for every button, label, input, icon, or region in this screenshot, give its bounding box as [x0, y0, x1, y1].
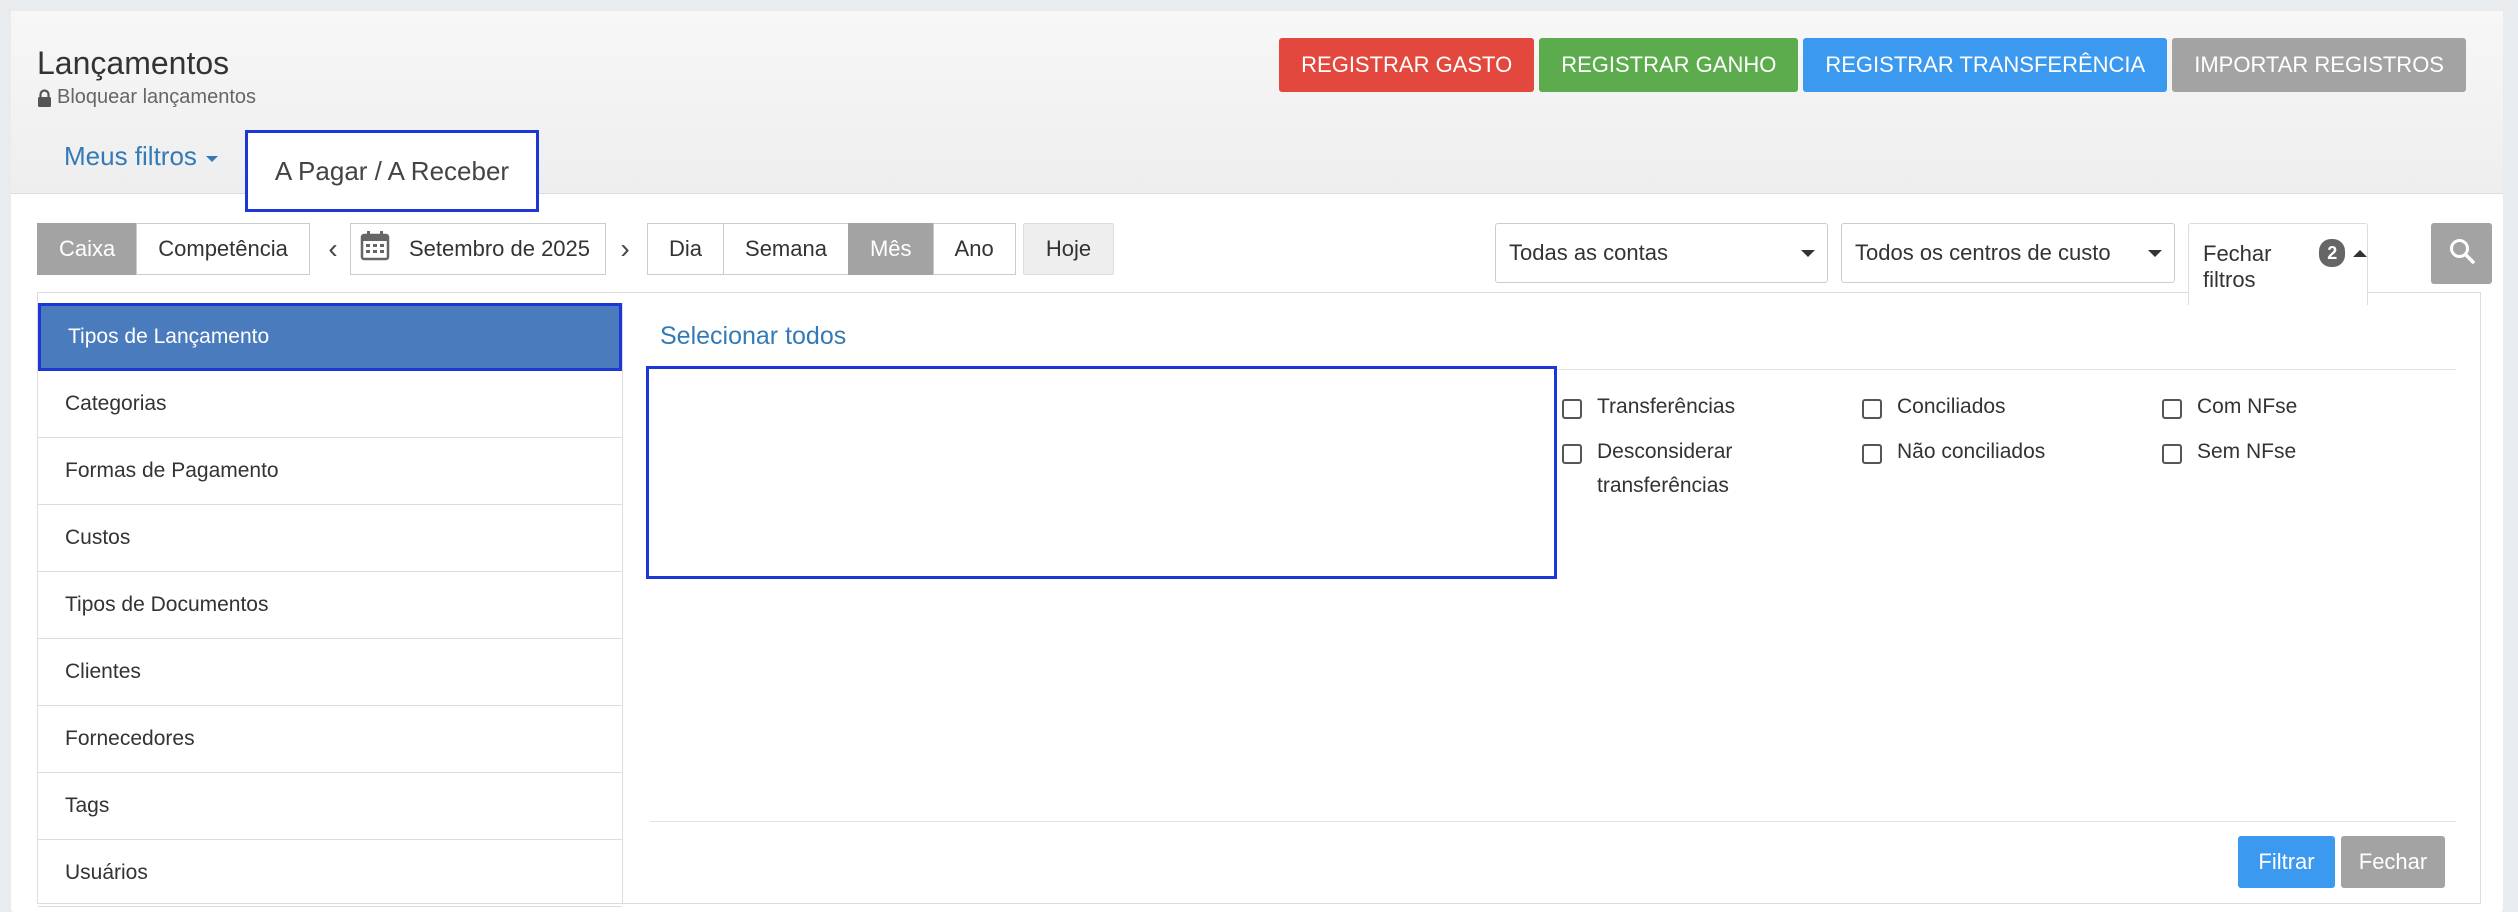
- checkbox-label: Com NFse: [2197, 395, 2298, 418]
- tab-my-filters-label: Meus filtros: [64, 140, 197, 171]
- category-item-costs[interactable]: Custos: [38, 505, 622, 572]
- checkbox-icon: [1562, 444, 1582, 464]
- next-period-icon[interactable]: ›: [611, 223, 639, 275]
- mode-toggle: Caixa Competência: [37, 223, 310, 275]
- category-item-tags[interactable]: Tags: [38, 773, 622, 840]
- checkbox-label: Sem NFse: [2197, 440, 2297, 463]
- action-buttons: REGISTRAR GASTO REGISTRAR GANHO REGISTRA…: [1279, 38, 2466, 92]
- search-icon: [2448, 237, 2476, 270]
- options-column-reconciliation: Conciliados Não conciliados: [1862, 395, 2045, 486]
- filter-toolbar: Caixa Competência ‹ Setembro de 2025 › D…: [37, 223, 2492, 305]
- checkbox-label: Não conciliados: [1897, 440, 2046, 463]
- granularity-toggle: Dia Semana Mês Ano: [647, 223, 1016, 275]
- import-records-button[interactable]: IMPORTAR REGISTROS: [2172, 38, 2466, 92]
- lock-label: Bloquear lançamentos: [57, 86, 257, 108]
- checkbox-icon: [1862, 399, 1882, 419]
- active-filters-badge: 2: [2319, 239, 2345, 267]
- dropdown-arrow-icon: [1801, 249, 1815, 257]
- granularity-year-button[interactable]: Ano: [932, 223, 1016, 275]
- close-filters-toggle[interactable]: Fechar filtros 2: [2188, 223, 2368, 305]
- register-income-button[interactable]: REGISTRAR GANHO: [1539, 38, 1799, 92]
- category-item-payment-methods[interactable]: Formas de Pagamento: [38, 438, 622, 505]
- granularity-month-button[interactable]: Mês: [847, 223, 934, 275]
- page-title: Lançamentos: [37, 45, 230, 81]
- tab-payable-receivable[interactable]: A Pagar / A Receber: [244, 130, 540, 212]
- prev-period-icon[interactable]: ‹: [319, 223, 347, 275]
- filters-panel: Tipos de Lançamento Categorias Formas de…: [37, 292, 2481, 907]
- select-all-link[interactable]: Selecionar todos: [660, 322, 846, 351]
- checkbox-reconciled[interactable]: Conciliados: [1862, 395, 2045, 424]
- dropdown-arrow-icon: [2148, 249, 2162, 257]
- tab-my-filters[interactable]: Meus filtros: [37, 118, 245, 194]
- category-item-clients[interactable]: Clientes: [38, 639, 622, 706]
- checkbox-transfers[interactable]: Transferências: [1562, 395, 1747, 424]
- period-label: Setembro de 2025: [409, 236, 591, 261]
- header-tabs: Meus filtros A Pagar / A Receber: [37, 118, 540, 212]
- checkbox-label: Desconsiderar transferências: [1597, 440, 1733, 497]
- options-column-transfers: Transferências Desconsiderar transferênc…: [1562, 395, 1747, 520]
- checkbox-icon: [1862, 444, 1882, 464]
- lock-icon: [37, 88, 52, 107]
- search-button[interactable]: [2431, 223, 2492, 284]
- divider: [650, 821, 2456, 822]
- page: Lançamentos Bloquear lançamentos REGISTR…: [11, 11, 2503, 912]
- mode-cash-button[interactable]: Caixa: [37, 223, 138, 275]
- caret-up-icon: [2353, 250, 2367, 257]
- checkbox-label: Conciliados: [1897, 395, 2006, 418]
- apply-filter-button[interactable]: Filtrar: [2238, 836, 2335, 888]
- register-transfer-button[interactable]: REGISTRAR TRANSFERÊNCIA: [1803, 38, 2168, 92]
- category-item-document-types[interactable]: Tipos de Documentos: [38, 572, 622, 639]
- caret-down-icon: [205, 156, 218, 162]
- checkbox-icon: [2162, 399, 2182, 419]
- checkbox-icon: [2162, 444, 2182, 464]
- close-filters-label: Fechar filtros: [2203, 241, 2272, 292]
- cost-centers-select-value: Todos os centros de custo: [1855, 240, 2111, 265]
- checkbox-without-nfse[interactable]: Sem NFse: [2162, 440, 2297, 469]
- accounts-select-value: Todas as contas: [1509, 240, 1668, 265]
- options-column-nfse: Com NFse Sem NFse: [2162, 395, 2297, 486]
- calendar-icon: [359, 230, 391, 268]
- today-button[interactable]: Hoje: [1023, 223, 1114, 275]
- cost-centers-select[interactable]: Todos os centros de custo: [1841, 223, 2175, 283]
- register-expense-button[interactable]: REGISTRAR GASTO: [1279, 38, 1535, 92]
- period-picker[interactable]: Setembro de 2025: [350, 223, 606, 275]
- granularity-day-button[interactable]: Dia: [647, 223, 725, 275]
- highlighted-selection-area: [646, 366, 1557, 579]
- checkbox-icon: [1562, 399, 1582, 419]
- checkbox-with-nfse[interactable]: Com NFse: [2162, 395, 2297, 424]
- category-item-suppliers[interactable]: Fornecedores: [38, 706, 622, 773]
- page-header: Lançamentos Bloquear lançamentos REGISTR…: [11, 11, 2503, 212]
- accounts-select[interactable]: Todas as contas: [1495, 223, 1828, 283]
- checkbox-label: Transferências: [1597, 395, 1736, 418]
- checkbox-not-reconciled[interactable]: Não conciliados: [1862, 440, 2045, 469]
- lock-entries-link[interactable]: Bloquear lançamentos: [37, 86, 256, 109]
- mode-accrual-button[interactable]: Competência: [136, 223, 310, 275]
- close-panel-button[interactable]: Fechar: [2341, 836, 2445, 888]
- category-item-entry-types[interactable]: Tipos de Lançamento: [38, 303, 622, 371]
- filter-category-list: Tipos de Lançamento Categorias Formas de…: [38, 303, 623, 907]
- checkbox-ignore-transfers[interactable]: Desconsiderar transferências: [1562, 440, 1747, 503]
- granularity-week-button[interactable]: Semana: [723, 223, 849, 275]
- category-item-categories[interactable]: Categorias: [38, 371, 622, 438]
- category-item-users[interactable]: Usuários: [38, 840, 622, 907]
